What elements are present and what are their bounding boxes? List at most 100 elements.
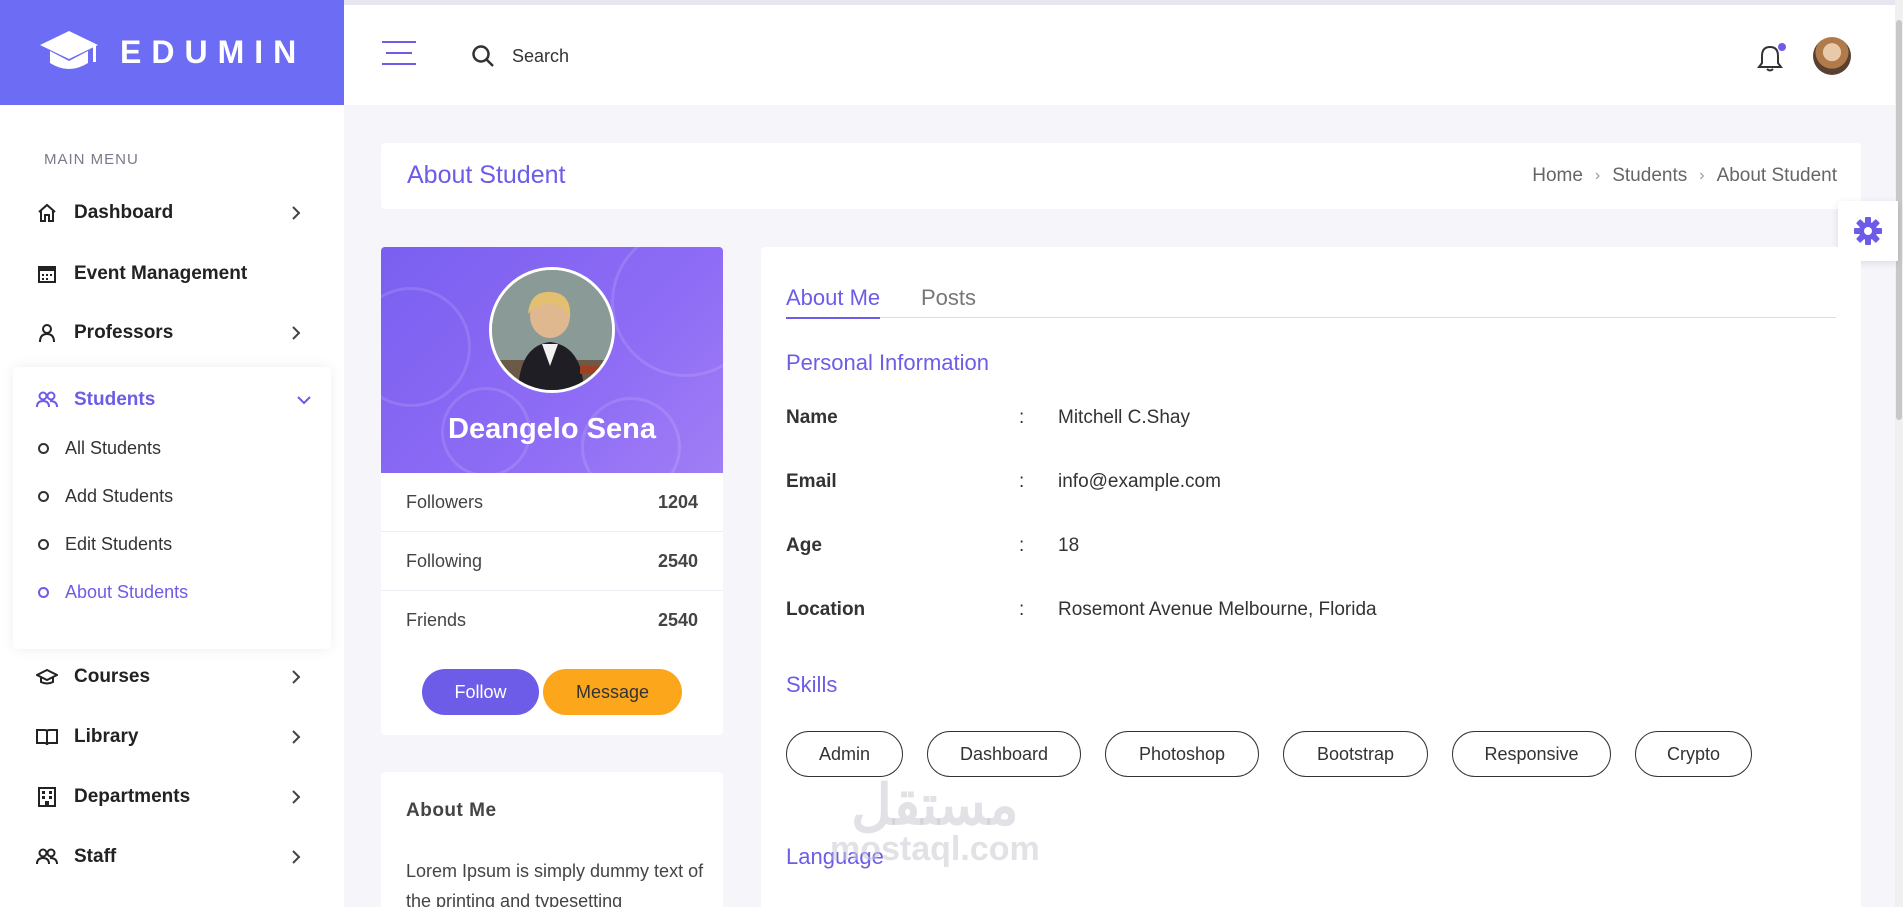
info-label: Age (786, 535, 822, 556)
submenu-label: All Students (65, 437, 162, 458)
sidebar-item-label: Staff (74, 846, 117, 867)
home-icon (36, 202, 58, 224)
submenu-label: About Students (65, 581, 189, 602)
brand-name: EDUMIN (120, 34, 307, 70)
profile-card: Deangelo Sena Followers 1204 Following 2… (381, 247, 723, 735)
breadcrumb-current: About Student (1716, 165, 1837, 186)
about-me-card: About Me Lorem Ipsum is simply dummy tex… (381, 772, 723, 907)
sidebar-item-label: Event Management (74, 263, 248, 284)
sidebar-item-label: Students (74, 389, 156, 410)
user-avatar[interactable] (1813, 37, 1851, 75)
skill-tag[interactable]: Dashboard (927, 731, 1081, 777)
page-scrollbar[interactable] (1895, 0, 1903, 907)
sidebar-item-label: Dashboard (74, 202, 174, 223)
message-button[interactable]: Message (543, 669, 682, 715)
chevron-right-icon: › (1594, 167, 1601, 184)
menu-toggle-icon[interactable] (382, 41, 416, 67)
submenu-item-edit-students[interactable]: Edit Students (38, 529, 172, 559)
info-value: info@example.com (1058, 471, 1221, 492)
info-colon: : (1019, 471, 1025, 492)
submenu-label: Add Students (65, 485, 174, 506)
info-label: Email (786, 471, 837, 492)
student-info-card: About Me Posts Personal Information Name… (761, 247, 1861, 907)
submenu-item-add-students[interactable]: Add Students (38, 481, 173, 511)
about-me-text: Lorem Ipsum is simply dummy text of the … (406, 861, 704, 907)
skill-tag[interactable]: Admin (786, 731, 903, 777)
sidebar: MAIN MENU Dashboard Event Management Pro… (0, 105, 344, 907)
stat-label: Followers (406, 491, 484, 512)
info-colon: : (1019, 407, 1025, 428)
profile-photo (489, 267, 615, 393)
skill-tag[interactable]: Bootstrap (1283, 731, 1428, 777)
info-row-location: Location : Rosemont Avenue Melbourne, Fl… (786, 599, 1686, 629)
sidebar-item-event-management[interactable]: Event Management (36, 254, 306, 294)
submenu-item-all-students[interactable]: All Students (38, 433, 161, 463)
sidebar-item-courses[interactable]: Courses (36, 657, 306, 697)
users-icon (36, 846, 58, 868)
info-colon: : (1019, 535, 1025, 556)
info-value: Rosemont Avenue Melbourne, Florida (1058, 599, 1377, 620)
tab-about-me[interactable]: About Me (786, 285, 881, 319)
profile-name: Deangelo Sena (448, 413, 656, 445)
chevron-right-icon (292, 206, 301, 220)
graduation-cap-icon (40, 30, 98, 69)
info-label: Location (786, 599, 866, 620)
sidebar-item-label: Library (74, 726, 139, 747)
stat-value: 1204 (657, 491, 698, 512)
graduation-cap-icon (36, 666, 58, 688)
bullet-icon (38, 538, 49, 550)
sidebar-item-label: Departments (74, 786, 191, 807)
info-colon: : (1019, 599, 1025, 620)
sidebar-item-label: Professors (74, 322, 174, 343)
sidebar-item-departments[interactable]: Departments (36, 777, 306, 817)
stat-followers: Followers 1204 (381, 473, 723, 532)
info-row-name: Name : Mitchell C.Shay (786, 407, 1686, 437)
page-title: About Student (407, 161, 566, 189)
user-icon (36, 322, 58, 344)
info-value: Mitchell C.Shay (1058, 407, 1190, 428)
chevron-right-icon (292, 326, 301, 340)
about-me-title: About Me (406, 800, 497, 821)
bullet-icon (38, 586, 49, 598)
submenu-item-about-students[interactable]: About Students (38, 577, 188, 607)
chevron-right-icon: › (1699, 167, 1705, 184)
search-icon[interactable] (470, 43, 496, 69)
breadcrumb-students[interactable]: Students (1612, 165, 1687, 187)
stat-friends: Friends 2540 (381, 591, 723, 650)
skill-tag[interactable]: Responsive (1452, 731, 1611, 777)
info-row-age: Age : 18 (786, 535, 1686, 565)
skill-tag[interactable]: Photoshop (1105, 731, 1259, 777)
tab-posts[interactable]: Posts (921, 285, 976, 317)
profile-cover: Deangelo Sena (381, 247, 723, 473)
brand-logo[interactable]: EDUMIN (0, 0, 344, 105)
chevron-down-icon (297, 396, 311, 405)
search-input[interactable] (512, 41, 812, 71)
bullet-icon (38, 442, 49, 454)
stat-label: Following (406, 550, 483, 571)
stat-value: 2540 (657, 550, 698, 571)
breadcrumb: Home › Students › About Student (1532, 165, 1837, 187)
chevron-right-icon (292, 730, 301, 744)
info-label: Name (786, 407, 838, 428)
skill-tag[interactable]: Crypto (1635, 731, 1752, 777)
language-title: Language (786, 844, 884, 869)
skills-title: Skills (786, 672, 838, 697)
personal-info-title: Personal Information (786, 350, 989, 375)
breadcrumb-home[interactable]: Home (1532, 165, 1583, 187)
sidebar-item-staff[interactable]: Staff (36, 837, 306, 877)
follow-button[interactable]: Follow (422, 669, 539, 715)
calendar-icon (36, 263, 58, 285)
sidebar-item-dashboard[interactable]: Dashboard (36, 193, 306, 233)
chevron-right-icon (292, 790, 301, 804)
book-icon (36, 726, 58, 748)
page-header: About Student Home › Students › About St… (381, 143, 1861, 209)
students-submenu: Students All Students Add Students Edit … (13, 367, 331, 649)
sidebar-item-label: Courses (74, 666, 151, 687)
sidebar-item-students[interactable]: Students (36, 380, 311, 420)
bullet-icon (38, 490, 49, 502)
sidebar-item-professors[interactable]: Professors (36, 313, 306, 353)
sidebar-item-library[interactable]: Library (36, 717, 306, 757)
gear-icon (1854, 217, 1882, 245)
chevron-right-icon (292, 670, 301, 684)
info-value: 18 (1058, 535, 1080, 556)
